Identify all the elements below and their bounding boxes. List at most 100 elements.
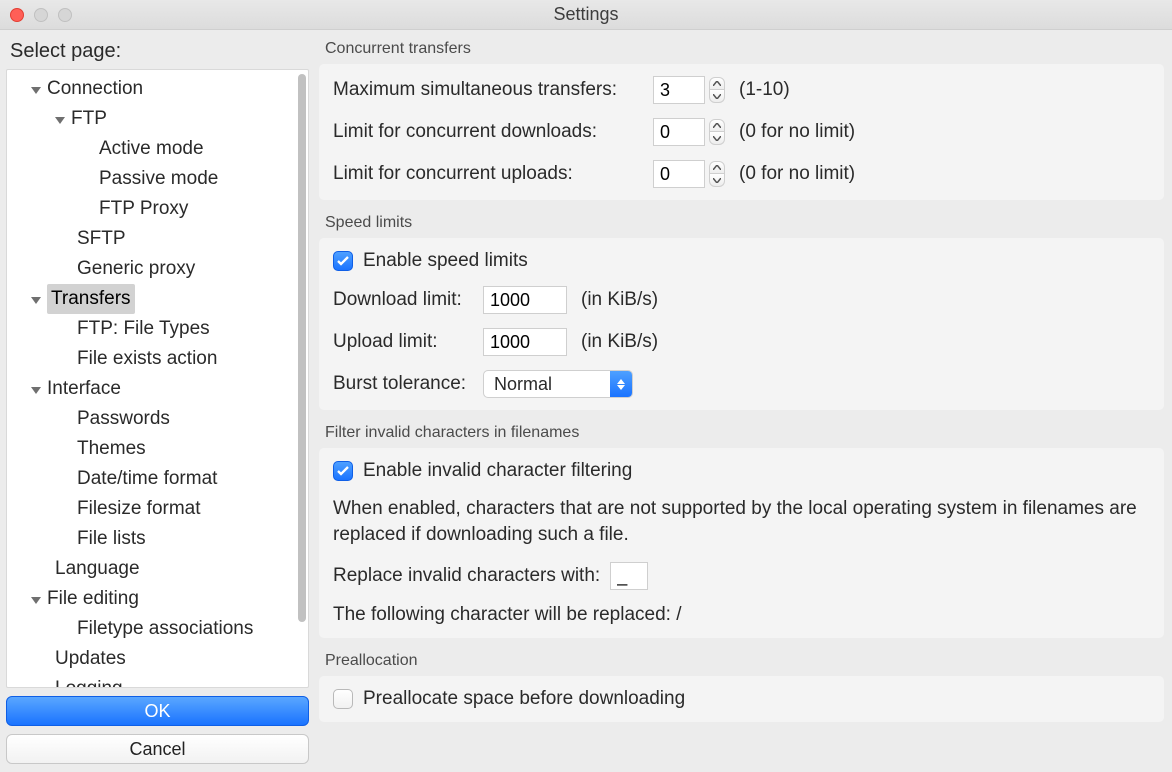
tree-item[interactable]: Filesize format bbox=[11, 494, 294, 524]
group-title: Filter invalid characters in filenames bbox=[319, 418, 1164, 448]
download-limit-label: Download limit: bbox=[333, 289, 483, 311]
tree-item-label: Passive mode bbox=[99, 164, 218, 194]
sidebar: Select page: ConnectionFTPActive modePas… bbox=[0, 30, 315, 772]
stepper-up-icon[interactable] bbox=[709, 77, 725, 90]
disclosure-triangle-icon[interactable] bbox=[31, 87, 41, 94]
tree-item-label: File lists bbox=[77, 524, 146, 554]
concurrent-downloads-stepper[interactable] bbox=[709, 119, 725, 145]
sidebar-scrollbar[interactable] bbox=[296, 74, 306, 683]
select-handle-icon bbox=[610, 371, 632, 397]
group-preallocation: Preallocation Preallocate space before d… bbox=[319, 646, 1164, 722]
max-transfers-stepper[interactable] bbox=[709, 77, 725, 103]
max-transfers-input[interactable] bbox=[653, 76, 705, 104]
tree-item-label: Updates bbox=[55, 644, 126, 674]
tree-item-label: Active mode bbox=[99, 134, 204, 164]
stepper-down-icon[interactable] bbox=[709, 174, 725, 187]
tree-item[interactable]: File exists action bbox=[11, 344, 294, 374]
replace-with-input[interactable] bbox=[610, 562, 648, 590]
tree-item[interactable]: Date/time format bbox=[11, 464, 294, 494]
upload-limit-input[interactable] bbox=[483, 328, 567, 356]
tree-item-label: File exists action bbox=[77, 344, 217, 374]
group-speed-limits: Speed limits Enable speed limits Downloa… bbox=[319, 208, 1164, 410]
tree-item-label: SFTP bbox=[77, 224, 126, 254]
replaced-chars-label: The following character will be replaced… bbox=[333, 604, 682, 626]
disclosure-triangle-icon[interactable] bbox=[31, 597, 41, 604]
stepper-down-icon[interactable] bbox=[709, 90, 725, 103]
stepper-up-icon[interactable] bbox=[709, 119, 725, 132]
tree-item[interactable]: FTP bbox=[11, 104, 294, 134]
cancel-button[interactable]: Cancel bbox=[6, 734, 309, 764]
tree-item-label: Logging bbox=[55, 674, 123, 687]
concurrent-downloads-hint: (0 for no limit) bbox=[739, 121, 855, 143]
tree-item[interactable]: Transfers bbox=[11, 284, 294, 314]
upload-limit-unit: (in KiB/s) bbox=[581, 331, 658, 353]
tree-item[interactable]: File lists bbox=[11, 524, 294, 554]
enable-filter-label: Enable invalid character filtering bbox=[363, 460, 632, 482]
burst-tolerance-value: Normal bbox=[484, 374, 610, 395]
enable-filter-checkbox[interactable] bbox=[333, 461, 353, 481]
disclosure-triangle-icon[interactable] bbox=[31, 387, 41, 394]
tree-item[interactable]: Passive mode bbox=[11, 164, 294, 194]
preallocate-checkbox[interactable] bbox=[333, 689, 353, 709]
tree-item-label: Connection bbox=[47, 74, 143, 104]
tree-item-label: Themes bbox=[77, 434, 146, 464]
tree-item[interactable]: Generic proxy bbox=[11, 254, 294, 284]
concurrent-uploads-input[interactable] bbox=[653, 160, 705, 188]
tree-item[interactable]: FTP Proxy bbox=[11, 194, 294, 224]
tree-item[interactable]: SFTP bbox=[11, 224, 294, 254]
tree-item-label: Filetype associations bbox=[77, 614, 253, 644]
sidebar-header: Select page: bbox=[6, 34, 309, 69]
tree-item[interactable]: File editing bbox=[11, 584, 294, 614]
enable-speed-limits-label: Enable speed limits bbox=[363, 250, 528, 272]
tree-item[interactable]: Filetype associations bbox=[11, 614, 294, 644]
tree-item-label: Passwords bbox=[77, 404, 170, 434]
concurrent-uploads-label: Limit for concurrent uploads: bbox=[333, 163, 643, 185]
tree-item-label: Transfers bbox=[47, 284, 135, 314]
max-transfers-label: Maximum simultaneous transfers: bbox=[333, 79, 643, 101]
group-title: Concurrent transfers bbox=[319, 34, 1164, 64]
disclosure-triangle-icon[interactable] bbox=[55, 117, 65, 124]
settings-tree: ConnectionFTPActive modePassive modeFTP … bbox=[6, 69, 309, 688]
tree-item[interactable]: FTP: File Types bbox=[11, 314, 294, 344]
max-transfers-hint: (1-10) bbox=[739, 79, 790, 101]
tree-item-label: FTP Proxy bbox=[99, 194, 188, 224]
group-concurrent-transfers: Concurrent transfers Maximum simultaneou… bbox=[319, 34, 1164, 200]
tree-item-label: File editing bbox=[47, 584, 139, 614]
filter-description: When enabled, characters that are not su… bbox=[333, 496, 1150, 548]
window-title: Settings bbox=[0, 4, 1172, 25]
replace-with-label: Replace invalid characters with: bbox=[333, 565, 600, 587]
ok-button[interactable]: OK bbox=[6, 696, 309, 726]
stepper-down-icon[interactable] bbox=[709, 132, 725, 145]
stepper-up-icon[interactable] bbox=[709, 161, 725, 174]
tree-item[interactable]: Active mode bbox=[11, 134, 294, 164]
tree-item[interactable]: Themes bbox=[11, 434, 294, 464]
tree-item-label: Date/time format bbox=[77, 464, 217, 494]
upload-limit-label: Upload limit: bbox=[333, 331, 483, 353]
tree-item-label: FTP bbox=[71, 104, 107, 134]
tree-item[interactable]: Updates bbox=[11, 644, 294, 674]
group-filter-invalid: Filter invalid characters in filenames E… bbox=[319, 418, 1164, 638]
burst-tolerance-label: Burst tolerance: bbox=[333, 373, 483, 395]
group-title: Preallocation bbox=[319, 646, 1164, 676]
tree-item-label: Language bbox=[55, 554, 140, 584]
disclosure-triangle-icon[interactable] bbox=[31, 297, 41, 304]
group-title: Speed limits bbox=[319, 208, 1164, 238]
concurrent-uploads-hint: (0 for no limit) bbox=[739, 163, 855, 185]
download-limit-input[interactable] bbox=[483, 286, 567, 314]
concurrent-uploads-stepper[interactable] bbox=[709, 161, 725, 187]
tree-item[interactable]: Passwords bbox=[11, 404, 294, 434]
concurrent-downloads-input[interactable] bbox=[653, 118, 705, 146]
enable-speed-limits-checkbox[interactable] bbox=[333, 251, 353, 271]
tree-item[interactable]: Connection bbox=[11, 74, 294, 104]
tree-item[interactable]: Language bbox=[11, 554, 294, 584]
preallocate-label: Preallocate space before downloading bbox=[363, 688, 685, 710]
tree-item-label: FTP: File Types bbox=[77, 314, 210, 344]
tree-item-label: Generic proxy bbox=[77, 254, 195, 284]
tree-item-label: Interface bbox=[47, 374, 121, 404]
tree-item-label: Filesize format bbox=[77, 494, 201, 524]
download-limit-unit: (in KiB/s) bbox=[581, 289, 658, 311]
tree-item[interactable]: Interface bbox=[11, 374, 294, 404]
burst-tolerance-select[interactable]: Normal bbox=[483, 370, 633, 398]
sidebar-scrollbar-thumb[interactable] bbox=[298, 74, 306, 622]
tree-item[interactable]: Logging bbox=[11, 674, 294, 687]
